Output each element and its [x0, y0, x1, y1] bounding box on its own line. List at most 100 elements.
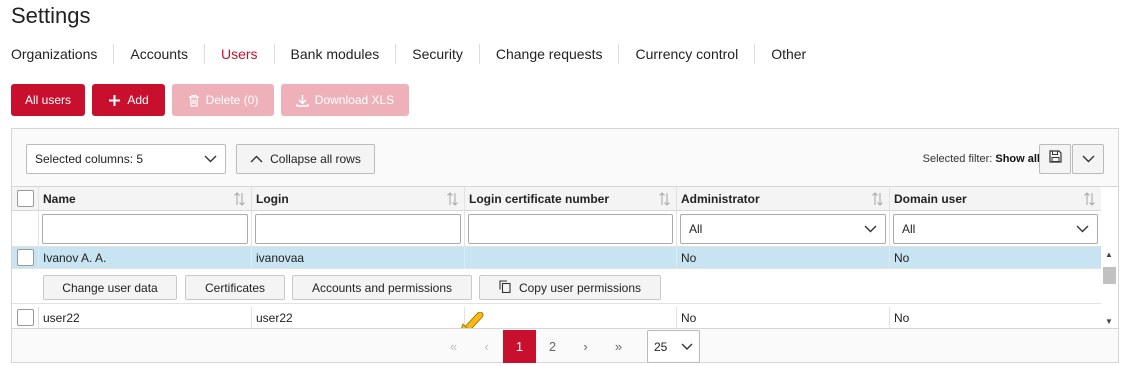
- filter-name-cell: [39, 211, 252, 246]
- row-checkbox[interactable]: [16, 309, 34, 326]
- column-header-domain-user[interactable]: Domain user: [890, 187, 1101, 210]
- chevron-down-icon: [1082, 150, 1095, 168]
- certificates-button[interactable]: Certificates: [185, 275, 285, 300]
- tab-security[interactable]: Security: [395, 44, 479, 64]
- download-label: Download XLS: [314, 93, 395, 107]
- domain-user-cell: No: [894, 310, 910, 325]
- page-size-select[interactable]: 25: [647, 330, 700, 363]
- page-size-value: 25: [654, 339, 668, 354]
- chevron-down-icon: [204, 152, 217, 166]
- first-page-button[interactable]: «: [437, 330, 470, 363]
- administrator-filter-value: All: [689, 221, 703, 236]
- page-title: Settings: [11, 3, 91, 28]
- accounts-and-permissions-button[interactable]: Accounts and permissions: [292, 275, 472, 300]
- row-checkbox-cell: [12, 307, 39, 328]
- scroll-down-icon[interactable]: ▼: [1105, 317, 1113, 326]
- column-header-label: Administrator: [681, 191, 760, 206]
- page-1-button[interactable]: 1: [503, 330, 536, 363]
- page-2-button[interactable]: 2: [536, 330, 569, 363]
- column-header-label: Login certificate number: [469, 191, 610, 206]
- save-icon: [1048, 150, 1062, 168]
- tab-change-requests[interactable]: Change requests: [478, 44, 619, 64]
- tab-organizations[interactable]: Organizations: [11, 44, 113, 64]
- sort-icon[interactable]: [1083, 192, 1096, 209]
- column-header-name[interactable]: Name: [39, 187, 252, 210]
- table-scrollbar[interactable]: ▲ ▼: [1102, 247, 1117, 328]
- table-header-row: Name Login Login certificate number Admi…: [12, 187, 1101, 211]
- column-header-label: Login: [256, 191, 289, 206]
- chevron-down-icon: [864, 222, 877, 236]
- domain-user-cell: No: [894, 250, 910, 265]
- add-button[interactable]: Add: [92, 84, 165, 116]
- filter-empty-cell: [12, 211, 39, 246]
- next-page-button[interactable]: ›: [569, 330, 602, 363]
- save-filter-button[interactable]: [1039, 144, 1071, 174]
- add-label: Add: [127, 93, 149, 107]
- sort-icon[interactable]: [446, 192, 459, 209]
- prev-page-button[interactable]: ‹: [470, 330, 503, 363]
- name-cell: Ivanov A. A.: [39, 247, 252, 268]
- column-header-administrator[interactable]: Administrator: [677, 187, 890, 210]
- certificate-cell: [465, 247, 677, 268]
- row-checkbox-cell: [12, 247, 39, 268]
- header-checkbox-cell: [12, 187, 39, 210]
- column-header-login[interactable]: Login: [252, 187, 465, 210]
- column-header-certificate[interactable]: Login certificate number: [465, 187, 677, 210]
- delete-label: Delete (0): [205, 93, 259, 107]
- selected-columns-dropdown[interactable]: Selected columns: 5: [26, 144, 226, 174]
- change-user-data-label: Change user data: [62, 280, 158, 295]
- selected-filter-label: Selected filter:: [922, 153, 993, 165]
- filter-certificate-cell: [465, 211, 677, 246]
- tab-bank-modules[interactable]: Bank modules: [273, 44, 396, 64]
- filter-options-button[interactable]: [1072, 144, 1104, 174]
- name-filter-input[interactable]: [42, 213, 248, 244]
- trash-icon: [188, 94, 200, 107]
- administrator-cell: No: [677, 247, 890, 268]
- users-table: Name Login Login certificate number Admi…: [12, 186, 1118, 329]
- login-filter-input[interactable]: [255, 213, 461, 244]
- sort-icon[interactable]: [658, 192, 671, 209]
- row-actions-panel: Change user data Certificates Accounts a…: [12, 269, 1101, 304]
- domain-user-filter-select[interactable]: All: [893, 213, 1098, 244]
- change-user-data-button[interactable]: Change user data: [43, 275, 177, 300]
- copy-icon: [499, 279, 511, 296]
- copy-user-permissions-label: Copy user permissions: [518, 280, 642, 295]
- collapse-all-rows-button[interactable]: Collapse all rows: [236, 144, 375, 174]
- table-row[interactable]: user22 user22 No No: [12, 307, 1101, 328]
- tab-accounts[interactable]: Accounts: [113, 44, 204, 64]
- selected-filter: Selected filter: Show all: [923, 153, 1040, 165]
- login-cell: ivanovaa: [252, 247, 465, 268]
- scroll-thumb[interactable]: [1103, 267, 1116, 284]
- tab-other[interactable]: Other: [754, 44, 822, 64]
- table-filter-row: All All: [12, 211, 1101, 247]
- table-row[interactable]: Ivanov A. A. ivanovaa No No: [12, 247, 1101, 269]
- settings-tabs: Organizations Accounts Users Bank module…: [11, 44, 822, 64]
- chevron-up-icon: [250, 152, 263, 166]
- sort-icon[interactable]: [233, 192, 246, 209]
- delete-button[interactable]: Delete (0): [172, 84, 274, 116]
- filter-domain-user-cell: All: [890, 211, 1101, 246]
- select-all-checkbox[interactable]: [16, 190, 34, 207]
- tab-currency-control[interactable]: Currency control: [618, 44, 754, 64]
- selected-columns-value: Selected columns: 5: [35, 152, 144, 166]
- login-cell: user22: [252, 307, 465, 328]
- all-users-button[interactable]: All users: [11, 84, 85, 116]
- name-cell: user22: [39, 307, 252, 328]
- all-users-label: All users: [25, 93, 72, 107]
- selected-filter-value: Show all: [995, 153, 1040, 165]
- users-panel: Selected columns: 5 Collapse all rows Se…: [11, 128, 1119, 363]
- action-bar: All users Add Delete (0) Download XLS: [11, 84, 409, 116]
- download-xls-button[interactable]: Download XLS: [281, 84, 409, 116]
- copy-user-permissions-button[interactable]: Copy user permissions: [479, 275, 661, 300]
- sort-icon[interactable]: [871, 192, 884, 209]
- scroll-up-icon[interactable]: ▲: [1105, 250, 1113, 259]
- chevron-down-icon: [1076, 222, 1089, 236]
- tab-users[interactable]: Users: [203, 44, 274, 64]
- column-header-label: Name: [43, 191, 76, 206]
- pagination: « ‹ 1 2 › » 25: [437, 330, 700, 363]
- plus-icon: [108, 94, 121, 107]
- certificate-filter-input[interactable]: [468, 213, 673, 244]
- row-checkbox[interactable]: [16, 249, 34, 266]
- last-page-button[interactable]: »: [602, 330, 635, 363]
- administrator-filter-select[interactable]: All: [680, 213, 886, 244]
